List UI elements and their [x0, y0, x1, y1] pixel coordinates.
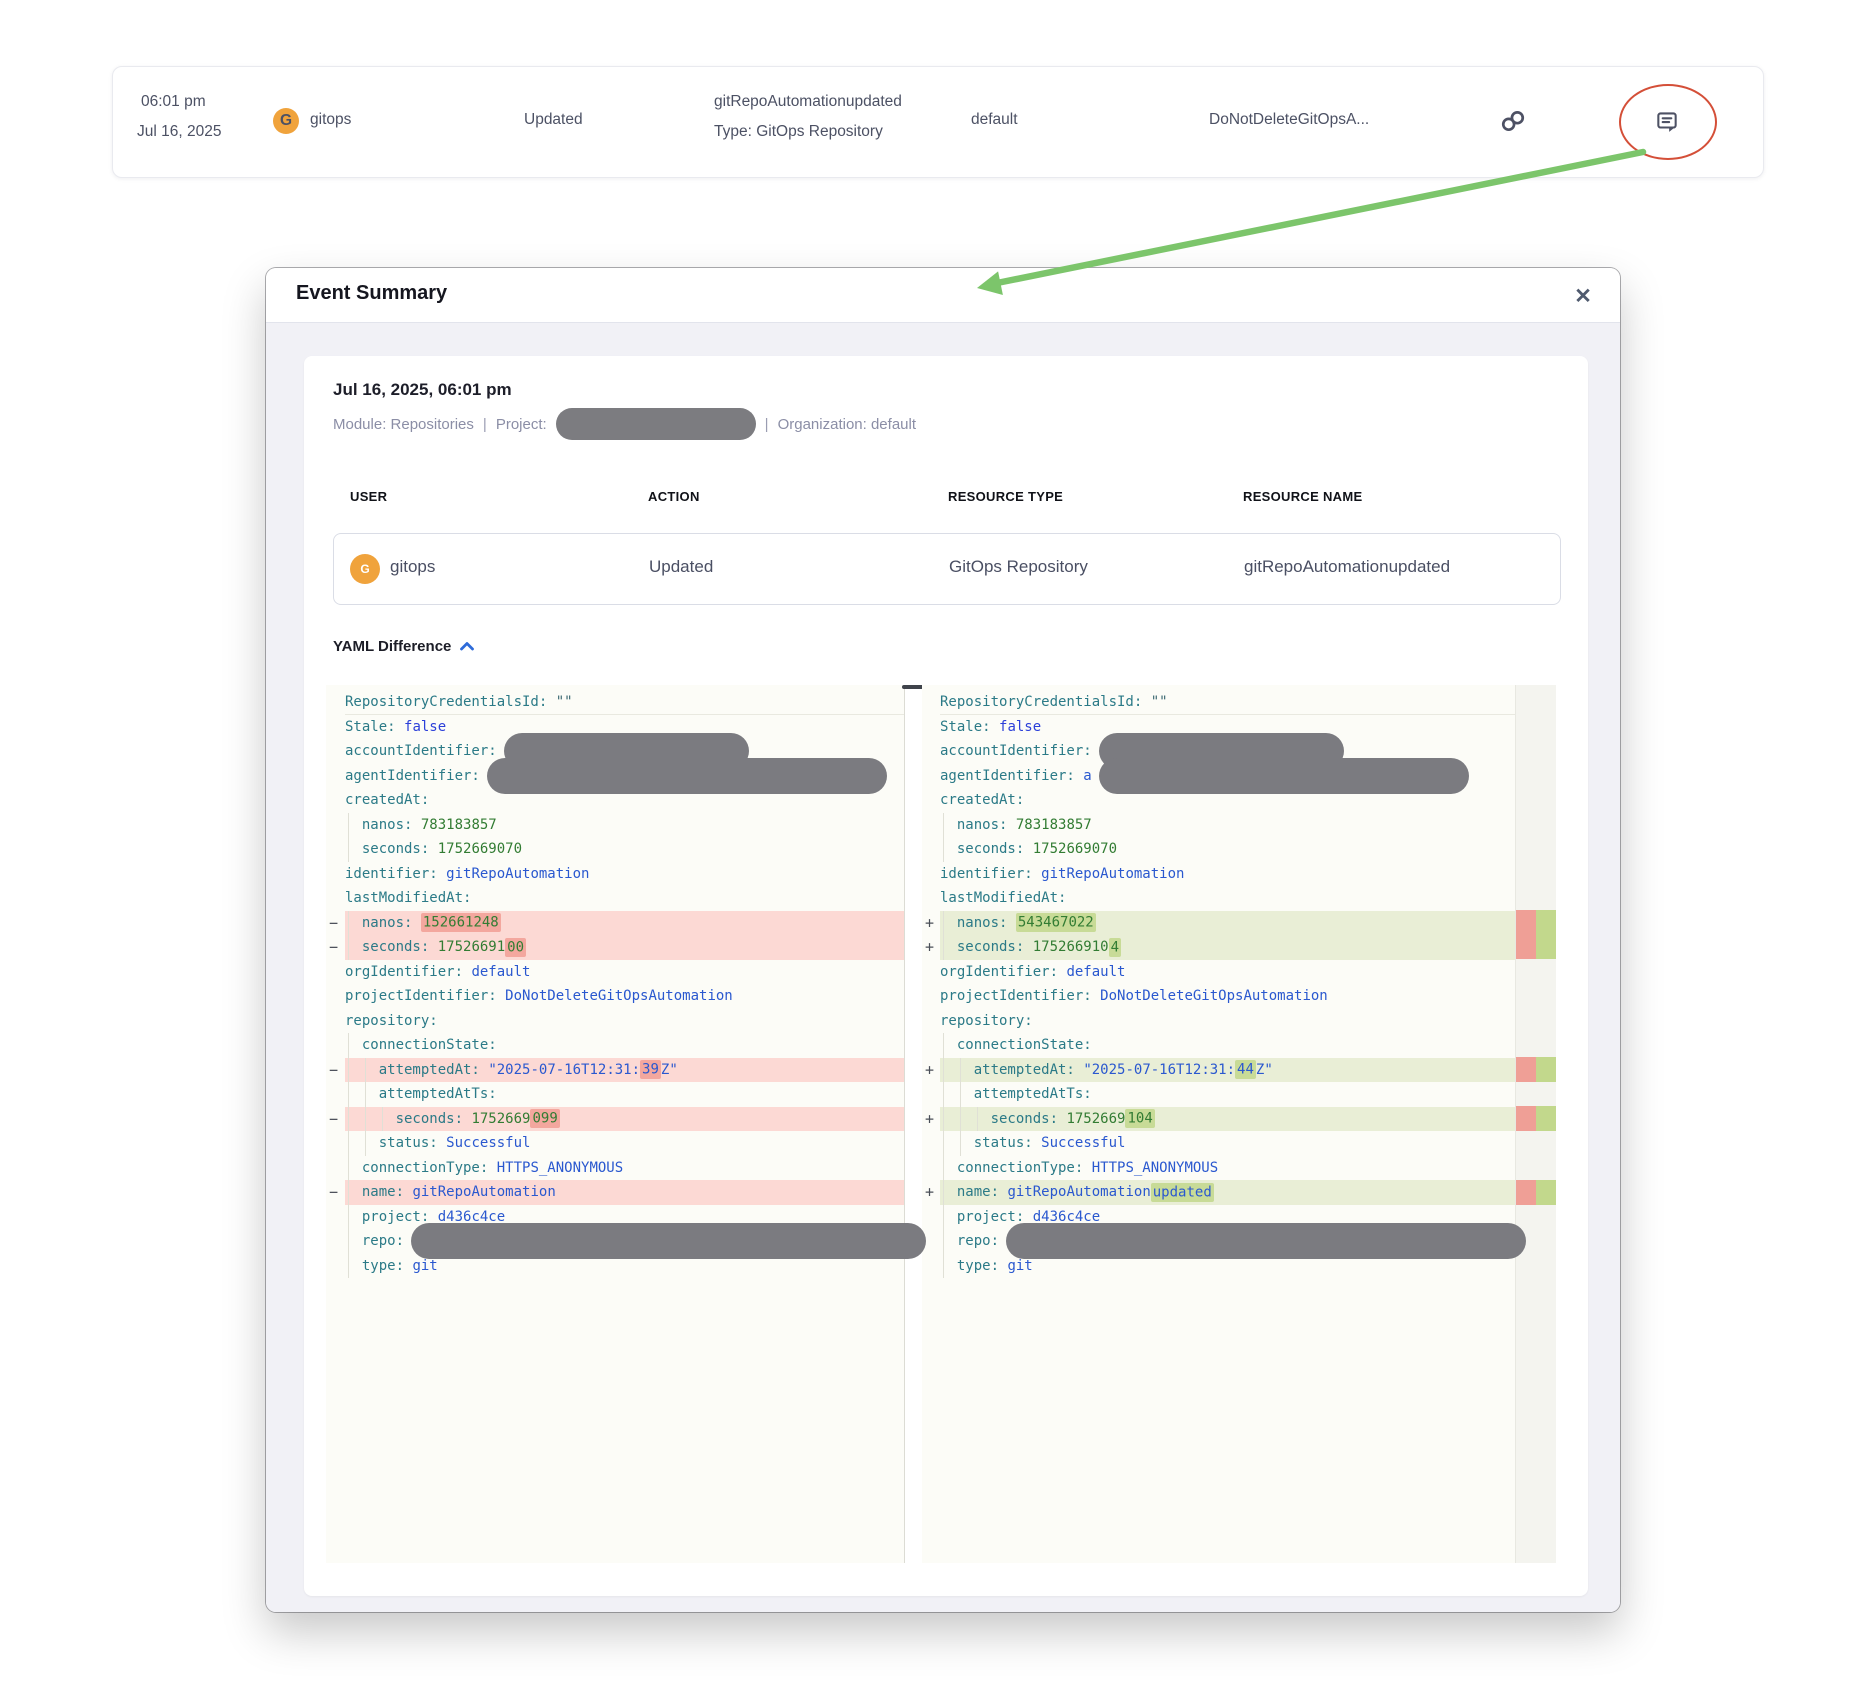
diff-spacer — [1556, 685, 1560, 1563]
diff-line: nanos: 783183857 — [326, 813, 904, 838]
diff-minimap[interactable] — [1516, 685, 1556, 1563]
project-label: DoNotDeleteGitOpsA... — [1209, 111, 1369, 129]
avatar: G — [350, 554, 380, 584]
highlight-ellipse — [1619, 84, 1717, 160]
diff-line: identifier: gitRepoAutomation — [326, 862, 904, 887]
redacted-value — [1099, 758, 1469, 794]
close-icon[interactable]: ✕ — [1568, 281, 1598, 311]
diff-line: RepositoryCredentialsId: "" — [922, 690, 1515, 715]
diff-line: status: Successful — [326, 1131, 904, 1156]
diff-line: status: Successful — [922, 1131, 1515, 1156]
diff-line: seconds: 1752669070 — [922, 837, 1515, 862]
diff-line: agentIdentifier: a — [922, 764, 1515, 789]
table-row: G gitops Updated GitOps Repository gitRe… — [333, 533, 1561, 605]
yaml-difference-toggle[interactable]: YAML Difference — [333, 638, 475, 655]
chevron-up-icon[interactable] — [459, 641, 475, 652]
minimap-change-marker — [1516, 1106, 1556, 1131]
row-resource-type: GitOps Repository — [949, 557, 1088, 577]
diff-line: nanos: 783183857 — [922, 813, 1515, 838]
module-label: Module: Repositories — [333, 416, 474, 433]
diff-line: lastModifiedAt: — [922, 886, 1515, 911]
diff-line: projectIdentifier: DoNotDeleteGitOpsAuto… — [922, 984, 1515, 1009]
diff-line: repo: — [326, 1229, 904, 1254]
row-user: gitops — [390, 557, 435, 577]
yaml-diff-viewer[interactable]: RepositoryCredentialsId: ""Stale: falsea… — [326, 685, 1560, 1563]
diff-line: RepositoryCredentialsId: "" — [326, 690, 904, 715]
diff-line: attemptedAtTs: — [326, 1082, 904, 1107]
col-resource-type: RESOURCE TYPE — [948, 489, 1063, 504]
diff-line: + attemptedAt: "2025-07-16T12:31:44Z" — [922, 1058, 1515, 1083]
diff-line: agentIdentifier: — [326, 764, 904, 789]
resource-type-label: Type: GitOps Repository — [714, 123, 883, 141]
row-action: Updated — [649, 557, 713, 577]
organization-label: Organization: default — [778, 416, 916, 433]
diff-line: projectIdentifier: DoNotDeleteGitOpsAuto… — [326, 984, 904, 1009]
diff-gutter — [905, 685, 922, 1563]
event-time: 06:01 pm — [141, 93, 206, 111]
project-label: Project: — [496, 416, 547, 433]
diff-line: − attemptedAt: "2025-07-16T12:31:39Z" — [326, 1058, 904, 1083]
audit-trail-row[interactable]: 06:01 pm Jul 16, 2025 G gitops Updated g… — [112, 66, 1764, 178]
diff-line: connectionType: HTTPS_ANONYMOUS — [326, 1156, 904, 1181]
diff-line: − seconds: 1752669100 — [326, 935, 904, 960]
diff-line: orgIdentifier: default — [326, 960, 904, 985]
gutter-dash — [902, 685, 924, 689]
redacted-value — [411, 1223, 926, 1259]
modal-title: Event Summary — [296, 282, 447, 305]
diff-line: − name: gitRepoAutomation — [326, 1180, 904, 1205]
diff-line: + seconds: 1752669104 — [922, 1107, 1515, 1132]
minimap-change-marker — [1516, 910, 1556, 959]
event-summary-modal: Event Summary ✕ Jul 16, 2025, 06:01 pm M… — [266, 268, 1620, 1612]
minimap-change-marker — [1516, 1057, 1556, 1082]
diff-line: + seconds: 1752669104 — [922, 935, 1515, 960]
row-resource-name: gitRepoAutomationupdated — [1244, 557, 1450, 577]
org-label: default — [971, 111, 1018, 129]
diff-pane-right[interactable]: RepositoryCredentialsId: ""Stale: falsea… — [922, 685, 1516, 1563]
event-card: Jul 16, 2025, 06:01 pm Module: Repositor… — [304, 356, 1588, 1596]
event-date: Jul 16, 2025 — [137, 123, 221, 141]
diff-line: − nanos: 152661248 — [326, 911, 904, 936]
diff-line: seconds: 1752669070 — [326, 837, 904, 862]
diff-line: + nanos: 543467022 — [922, 911, 1515, 936]
diff-pane-left[interactable]: RepositoryCredentialsId: ""Stale: falsea… — [326, 685, 905, 1563]
user-name: gitops — [310, 111, 351, 129]
action-label: Updated — [524, 111, 583, 129]
diff-line: repo: — [922, 1229, 1515, 1254]
col-action: ACTION — [648, 489, 700, 504]
minimap-change-marker — [1516, 1180, 1556, 1205]
diff-line: orgIdentifier: default — [922, 960, 1515, 985]
diff-line: identifier: gitRepoAutomation — [922, 862, 1515, 887]
modal-header: Event Summary ✕ — [266, 268, 1620, 323]
link-icon[interactable] — [1500, 108, 1526, 134]
diff-line: connectionType: HTTPS_ANONYMOUS — [922, 1156, 1515, 1181]
diff-line: − seconds: 1752669099 — [326, 1107, 904, 1132]
diff-line: repository: — [922, 1009, 1515, 1034]
redacted-value — [487, 758, 887, 794]
avatar: G — [273, 108, 299, 134]
redacted-project-value — [556, 408, 756, 440]
resource-link[interactable]: gitRepoAutomationupdated — [714, 93, 902, 111]
diff-line: connectionState: — [326, 1033, 904, 1058]
page: 06:01 pm Jul 16, 2025 G gitops Updated g… — [0, 0, 1874, 1684]
event-datetime: Jul 16, 2025, 06:01 pm — [333, 380, 512, 400]
diff-line: lastModifiedAt: — [326, 886, 904, 911]
col-user: USER — [350, 489, 387, 504]
redacted-value — [1006, 1223, 1526, 1259]
event-meta: Module: Repositories | Project: | Organi… — [333, 406, 916, 442]
col-resource-name: RESOURCE NAME — [1243, 489, 1362, 504]
diff-line: repository: — [326, 1009, 904, 1034]
diff-line: connectionState: — [922, 1033, 1515, 1058]
diff-line: attemptedAtTs: — [922, 1082, 1515, 1107]
modal-body: Jul 16, 2025, 06:01 pm Module: Repositor… — [266, 323, 1620, 1612]
diff-line: + name: gitRepoAutomationupdated — [922, 1180, 1515, 1205]
